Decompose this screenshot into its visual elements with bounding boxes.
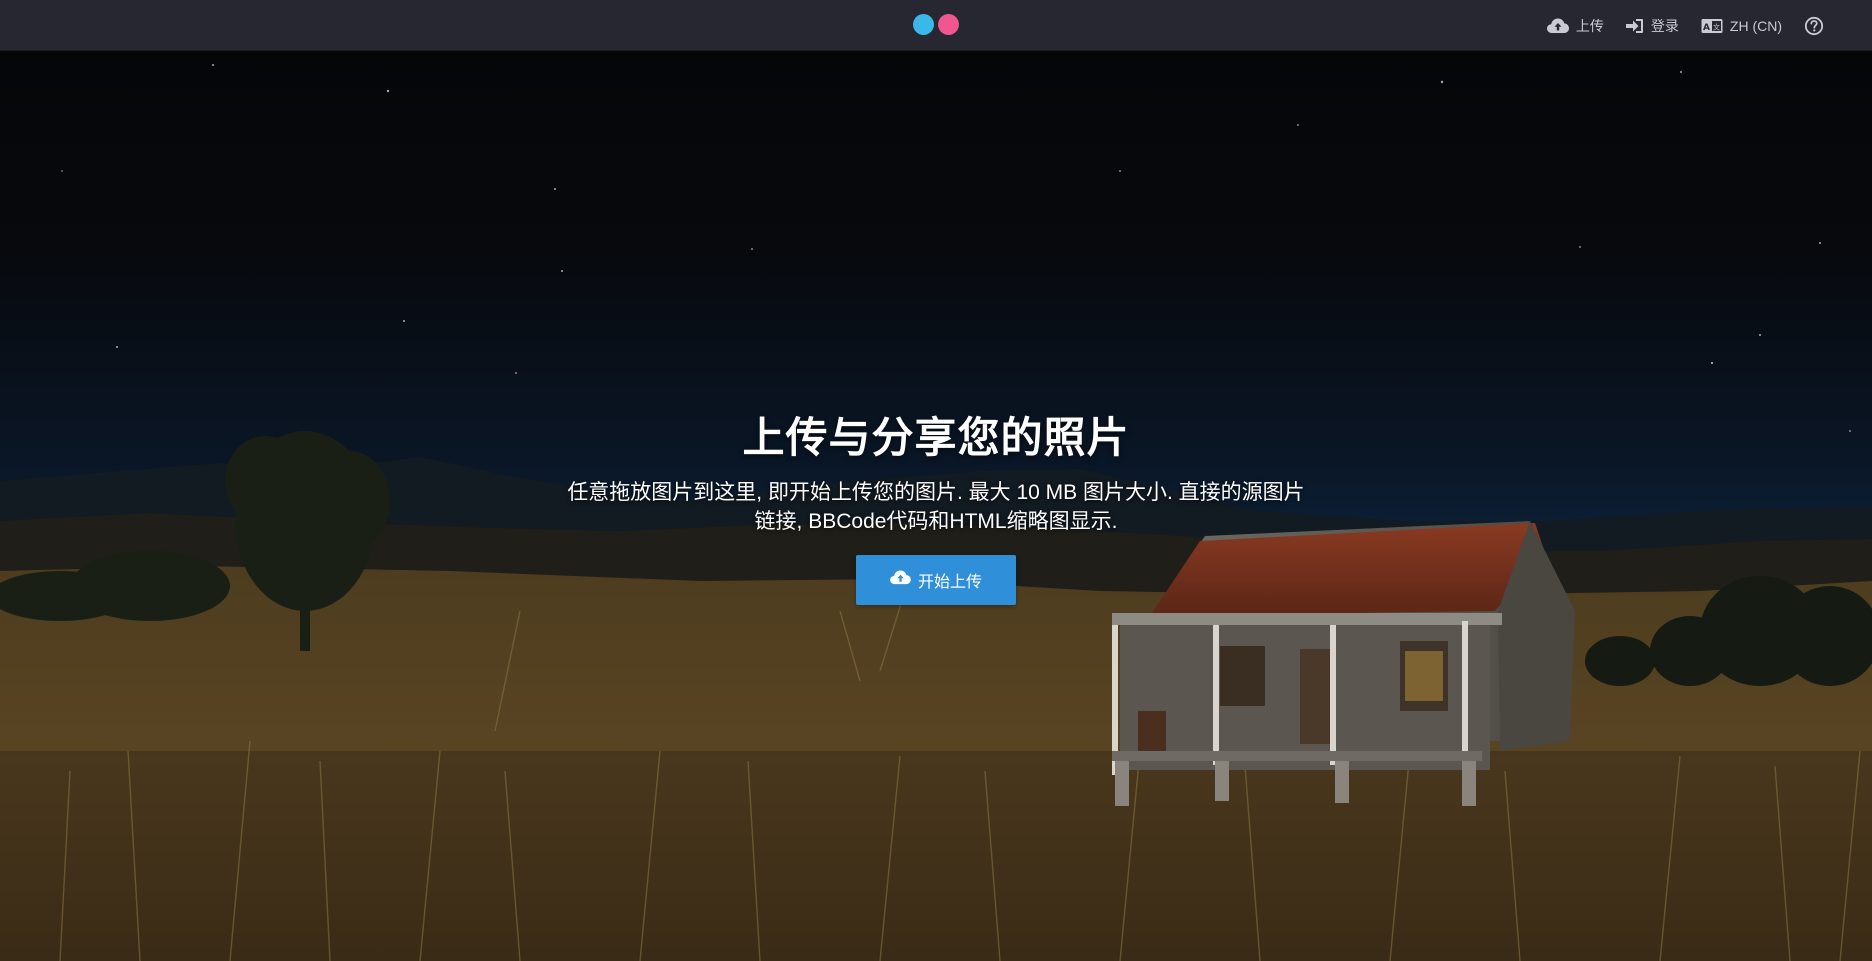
logo-dot-blue	[913, 14, 934, 35]
help-icon	[1804, 16, 1824, 36]
svg-text:文: 文	[1713, 22, 1720, 31]
start-upload-label: 开始上传	[917, 574, 982, 591]
site-logo[interactable]	[913, 14, 959, 36]
nav-login[interactable]: 登录	[1625, 16, 1679, 36]
language-icon: A 文	[1701, 18, 1723, 34]
logo-dot-pink	[938, 14, 959, 35]
hero-content: 上传与分享您的照片 任意拖放图片到这里, 即开始上传您的图片. 最大 10 MB…	[0, 51, 1872, 961]
start-upload-button[interactable]: 开始上传	[856, 555, 1016, 605]
hero-description-line-2: 链接, BBCode代码和HTML缩略图显示.	[754, 510, 1118, 533]
hero-section: 上传与分享您的照片 任意拖放图片到这里, 即开始上传您的图片. 最大 10 MB…	[0, 51, 1872, 961]
hero-description: 任意拖放图片到这里, 即开始上传您的图片. 最大 10 MB 图片大小. 直接的…	[536, 478, 1336, 536]
sign-in-icon	[1625, 18, 1644, 34]
cloud-upload-icon	[890, 570, 911, 590]
nav-language[interactable]: A 文 ZH (CN)	[1701, 18, 1782, 34]
svg-text:A: A	[1703, 23, 1710, 33]
hero-title: 上传与分享您的照片	[742, 414, 1130, 461]
nav-help[interactable]	[1804, 16, 1824, 36]
nav-upload[interactable]: 上传	[1546, 16, 1604, 36]
cloud-upload-icon	[1546, 18, 1569, 34]
nav-language-label: ZH (CN)	[1729, 17, 1782, 34]
top-bar: 上传 登录 A 文 ZH (CN)	[0, 0, 1872, 51]
hero-description-line-1: 任意拖放图片到这里, 即开始上传您的图片. 最大 10 MB 图片大小. 直接的…	[567, 481, 1305, 504]
nav-login-label: 登录	[1650, 17, 1679, 34]
top-nav: 上传 登录 A 文 ZH (CN)	[1525, 0, 1872, 51]
nav-upload-label: 上传	[1575, 17, 1604, 34]
